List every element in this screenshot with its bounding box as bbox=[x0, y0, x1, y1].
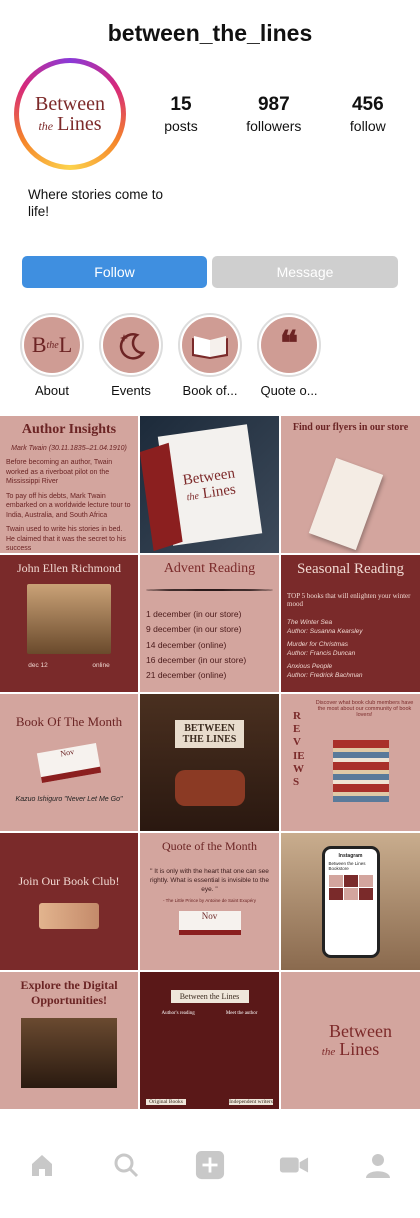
post-reviews[interactable]: REVIEWS Discover what book club members … bbox=[281, 694, 420, 831]
book-image: Nov bbox=[36, 743, 102, 783]
post-advent-reading[interactable]: Advent Reading 1 december (in our store)… bbox=[140, 555, 279, 692]
search-icon[interactable] bbox=[111, 1150, 141, 1180]
flyer-image bbox=[308, 457, 384, 551]
event-date: dec 12 bbox=[28, 662, 48, 669]
video-icon[interactable] bbox=[279, 1150, 309, 1180]
candles-image bbox=[39, 903, 99, 929]
post-logo[interactable]: Between the Lines bbox=[281, 972, 420, 1109]
moon-star-icon bbox=[103, 317, 159, 373]
book-image: Nov bbox=[178, 911, 241, 936]
post-digital-opportunities[interactable]: Explore the Digital Opportunities! bbox=[0, 972, 138, 1109]
book-logo-icon: Bthe L bbox=[24, 317, 80, 373]
post-seasonal-reading[interactable]: Seasonal Reading TOP 5 books that will e… bbox=[281, 555, 420, 692]
add-icon[interactable] bbox=[195, 1150, 225, 1180]
post-phone-instagram[interactable]: Instagram Between the Lines Bookstore bbox=[281, 833, 420, 970]
message-button[interactable]: Message bbox=[212, 256, 398, 288]
armchair-image bbox=[174, 769, 245, 806]
post-author-event[interactable]: John Ellen Richmond dec 12 online bbox=[0, 555, 138, 692]
advent-dates-list: 1 december (in our store) 9 december (in… bbox=[146, 609, 247, 681]
post-storefront[interactable]: Between the Lines Author's reading Meet … bbox=[140, 972, 279, 1109]
post-shopping-bag[interactable]: Between the Lines bbox=[140, 416, 279, 553]
highlight-book-of-month[interactable]: Book of... bbox=[178, 313, 242, 398]
post-flyers[interactable]: Find our flyers in our store bbox=[281, 416, 420, 553]
book-stack-image bbox=[333, 740, 389, 802]
profile-bio: Where stories come to life! bbox=[28, 187, 164, 219]
profile-avatar[interactable]: Between the Lines bbox=[14, 58, 126, 170]
highlight-events[interactable]: Events bbox=[99, 313, 163, 398]
posts-grid: Author Insights Mark Twain (30.11.1835–2… bbox=[0, 416, 420, 1109]
profile-username: between_the_lines bbox=[107, 20, 313, 46]
highlight-quote[interactable]: ❝ Quote o... bbox=[257, 313, 321, 398]
phone-image: Instagram Between the Lines Bookstore bbox=[321, 845, 380, 958]
open-book-icon bbox=[182, 317, 238, 373]
story-highlights: Bthe L About Events Book of... ❝ Quote o.… bbox=[20, 313, 321, 398]
highlight-about[interactable]: Bthe L About bbox=[20, 313, 84, 398]
posts-count[interactable]: 15 posts bbox=[164, 94, 197, 134]
laptop-image bbox=[21, 1018, 117, 1088]
seasonal-books-list: The Winter Sea Author: Susanna Kearsley … bbox=[287, 619, 363, 680]
followers-count[interactable]: 987 followers bbox=[246, 94, 301, 134]
post-book-club[interactable]: Join Our Book Club! bbox=[0, 833, 138, 970]
string-lights bbox=[146, 589, 273, 591]
home-icon[interactable] bbox=[27, 1150, 57, 1180]
bag-image: Between the Lines bbox=[140, 423, 262, 551]
event-mode: online bbox=[92, 662, 110, 669]
post-bookstore-interior[interactable]: BETWEEN THE LINES bbox=[140, 694, 279, 831]
post-book-of-month[interactable]: Book Of The Month Nov Kazuo Ishiguro "Ne… bbox=[0, 694, 138, 831]
follow-button[interactable]: Follow bbox=[22, 256, 207, 288]
avatar-logo: Between the Lines bbox=[35, 93, 105, 135]
post-author-insights[interactable]: Author Insights Mark Twain (30.11.1835–2… bbox=[0, 416, 138, 553]
profile-stats: 15 posts 987 followers 456 follow bbox=[140, 94, 410, 134]
profile-icon[interactable] bbox=[363, 1150, 393, 1180]
quote-icon: ❝ bbox=[261, 317, 317, 373]
author-illustration bbox=[27, 584, 111, 654]
following-count[interactable]: 456 follow bbox=[350, 94, 386, 134]
post-quote-of-month[interactable]: Quote of the Month " It is only with the… bbox=[140, 833, 279, 970]
bottom-navigation bbox=[0, 1140, 420, 1190]
store-sign: BETWEEN THE LINES bbox=[174, 719, 245, 748]
